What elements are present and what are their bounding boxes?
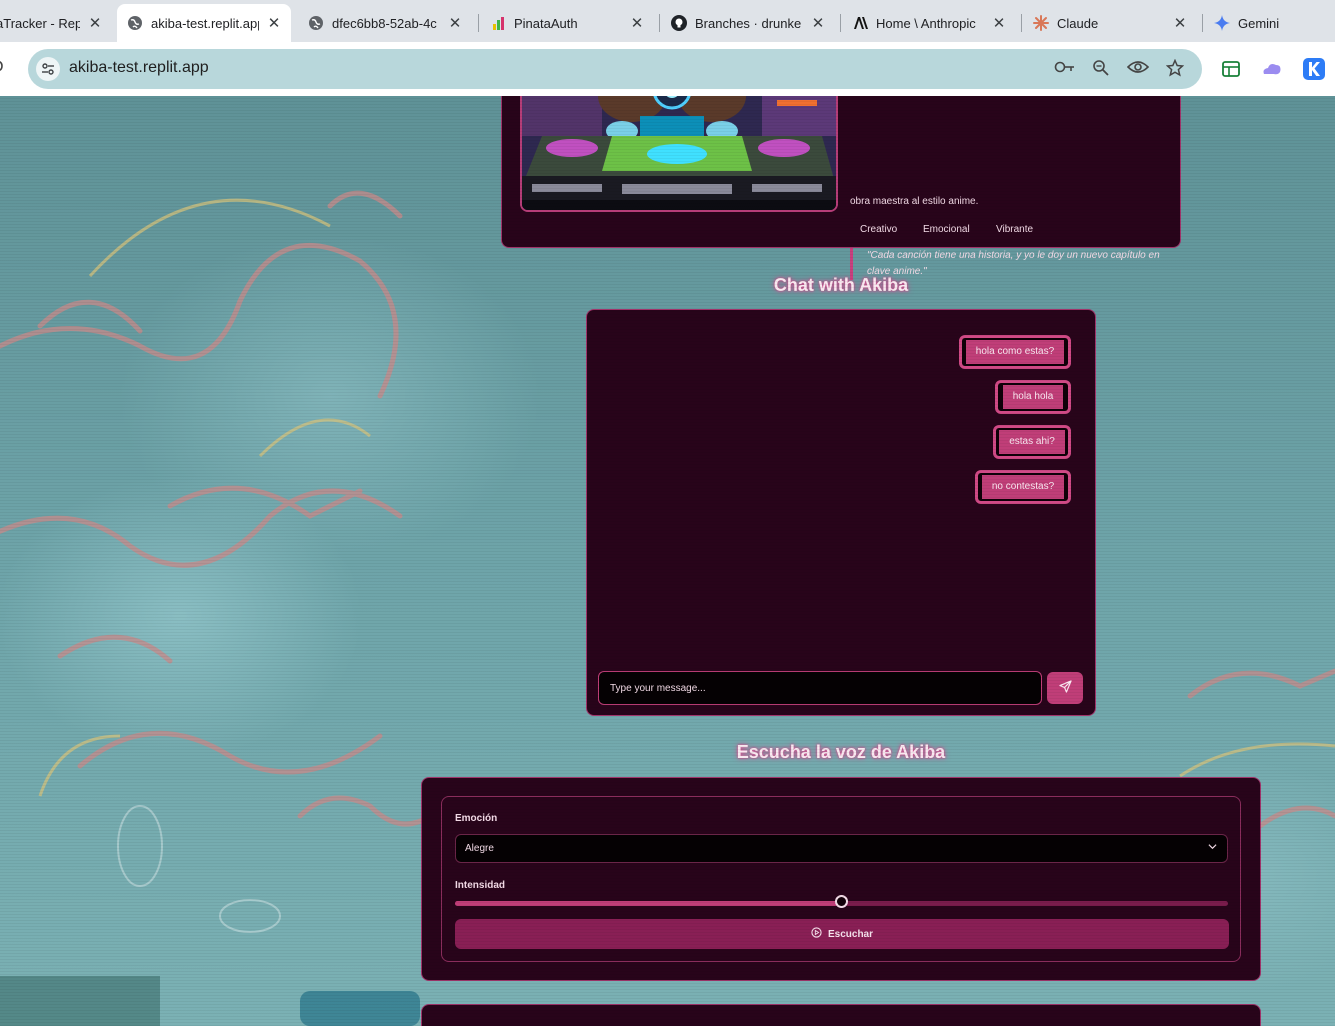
eye-icon[interactable] [1126,59,1150,79]
close-icon[interactable]: ✕ [630,14,644,32]
tab-separator [478,14,479,32]
bookmark-star-icon[interactable] [1164,58,1186,82]
tab-separator [1021,14,1022,32]
tab-title: Branches · drunke [695,15,802,31]
chat-section-title: Chat with Akiba [773,275,909,295]
chat-panel: hola como estas? hola hola estas ahi? no… [586,309,1096,716]
browser-toolbar: akiba-test.replit.app [0,42,1335,96]
intensity-label: Intensidad [455,880,506,891]
next-section-card [421,1004,1261,1026]
zoom-icon[interactable] [1090,59,1112,82]
pinata-icon [490,15,506,31]
dj-artwork-image [520,96,838,212]
tab-title: Home \ Anthropic [876,15,976,31]
tab-title: Gemini [1238,15,1280,31]
tab-title: Claude [1057,15,1099,31]
tab-title: akiba-test.replit.app [151,15,259,31]
close-icon[interactable]: ✕ [992,14,1006,32]
tab-separator [840,14,841,32]
chat-message-user: no contestas? [975,470,1071,504]
chat-message-user: estas ahi? [993,425,1071,459]
emotion-selected-value: Alegre [465,843,494,854]
password-key-icon[interactable] [1054,59,1076,79]
message-text: hola hola [1002,385,1064,409]
listen-button-label: Escuchar [827,928,874,940]
voice-panel: Emoción Alegre Intensidad Escuchar [421,777,1261,981]
close-icon[interactable]: ✕ [448,14,462,32]
reload-icon[interactable] [0,58,4,79]
message-text: estas ahi? [999,430,1065,454]
k-extension-icon[interactable] [1303,58,1325,80]
globe-icon [127,15,143,31]
browser-tab[interactable]: aTracker - Replit ✕ [0,4,112,42]
browser-tab[interactable]: Gemini [1204,4,1335,42]
tab-separator [1202,14,1203,32]
close-icon[interactable]: ✕ [1173,14,1187,32]
voice-controls: Emoción Alegre Intensidad Escuchar [441,796,1241,962]
cloud-extension-icon[interactable] [1261,58,1283,80]
send-message-button[interactable] [1047,672,1083,704]
trait-tag: Creativo [860,224,898,235]
chat-message-user: hola hola [995,380,1071,414]
emotion-select[interactable]: Alegre [455,834,1228,863]
close-icon[interactable]: ✕ [811,14,825,32]
message-text: no contestas? [981,475,1065,499]
site-info-icon[interactable] [36,57,60,81]
browser-tab[interactable]: PinataAuth ✕ [480,4,654,42]
listen-button[interactable]: Escuchar [455,919,1229,949]
github-icon [671,15,687,31]
voice-section-title: Escucha la voz de Akiba [736,742,946,762]
chat-message-input[interactable] [598,671,1042,705]
claude-icon [1033,15,1049,31]
browser-tab[interactable]: Claude ✕ [1023,4,1197,42]
intensity-slider-fill [455,901,842,906]
url-text[interactable]: akiba-test.replit.app [69,59,209,77]
trait-tag: Vibrante [996,224,1034,235]
emotion-label: Emoción [455,813,498,824]
profile-card: obra maestra al estilo anime. Creativo E… [501,96,1181,280]
page-viewport: obra maestra al estilo anime. Creativo E… [0,96,1335,1026]
tab-separator [659,14,660,32]
sheets-extension-icon[interactable] [1220,58,1242,80]
address-bar[interactable]: akiba-test.replit.app [28,49,1202,89]
anthropic-icon [852,15,868,31]
play-circle-icon [811,927,822,941]
tab-title: PinataAuth [514,15,578,31]
browser-tab-strip: aTracker - Replit ✕ akiba-test.replit.ap… [0,0,1335,42]
close-icon[interactable]: ✕ [88,14,102,32]
message-text: hola como estas? [965,340,1065,364]
chevron-down-icon [1208,842,1217,854]
profile-description: obra maestra al estilo anime. [850,196,979,207]
browser-tab[interactable]: dfec6bb8-52ab-4c ✕ [298,4,472,42]
browser-tab[interactable]: Branches · drunke ✕ [661,4,835,42]
tab-title: aTracker - Replit [0,15,80,31]
intensity-slider[interactable] [455,895,1228,908]
close-icon[interactable]: ✕ [267,14,281,32]
browser-tab-active[interactable]: akiba-test.replit.app ✕ [117,4,291,42]
browser-tab[interactable]: Home \ Anthropic ✕ [842,4,1016,42]
trait-tag: Emocional [923,224,970,235]
chat-message-user: hola como estas? [959,335,1071,369]
gemini-icon [1214,15,1230,31]
send-icon [1058,680,1072,696]
tab-title: dfec6bb8-52ab-4c [332,15,437,31]
globe-icon [308,15,324,31]
intensity-slider-thumb[interactable] [834,895,848,908]
